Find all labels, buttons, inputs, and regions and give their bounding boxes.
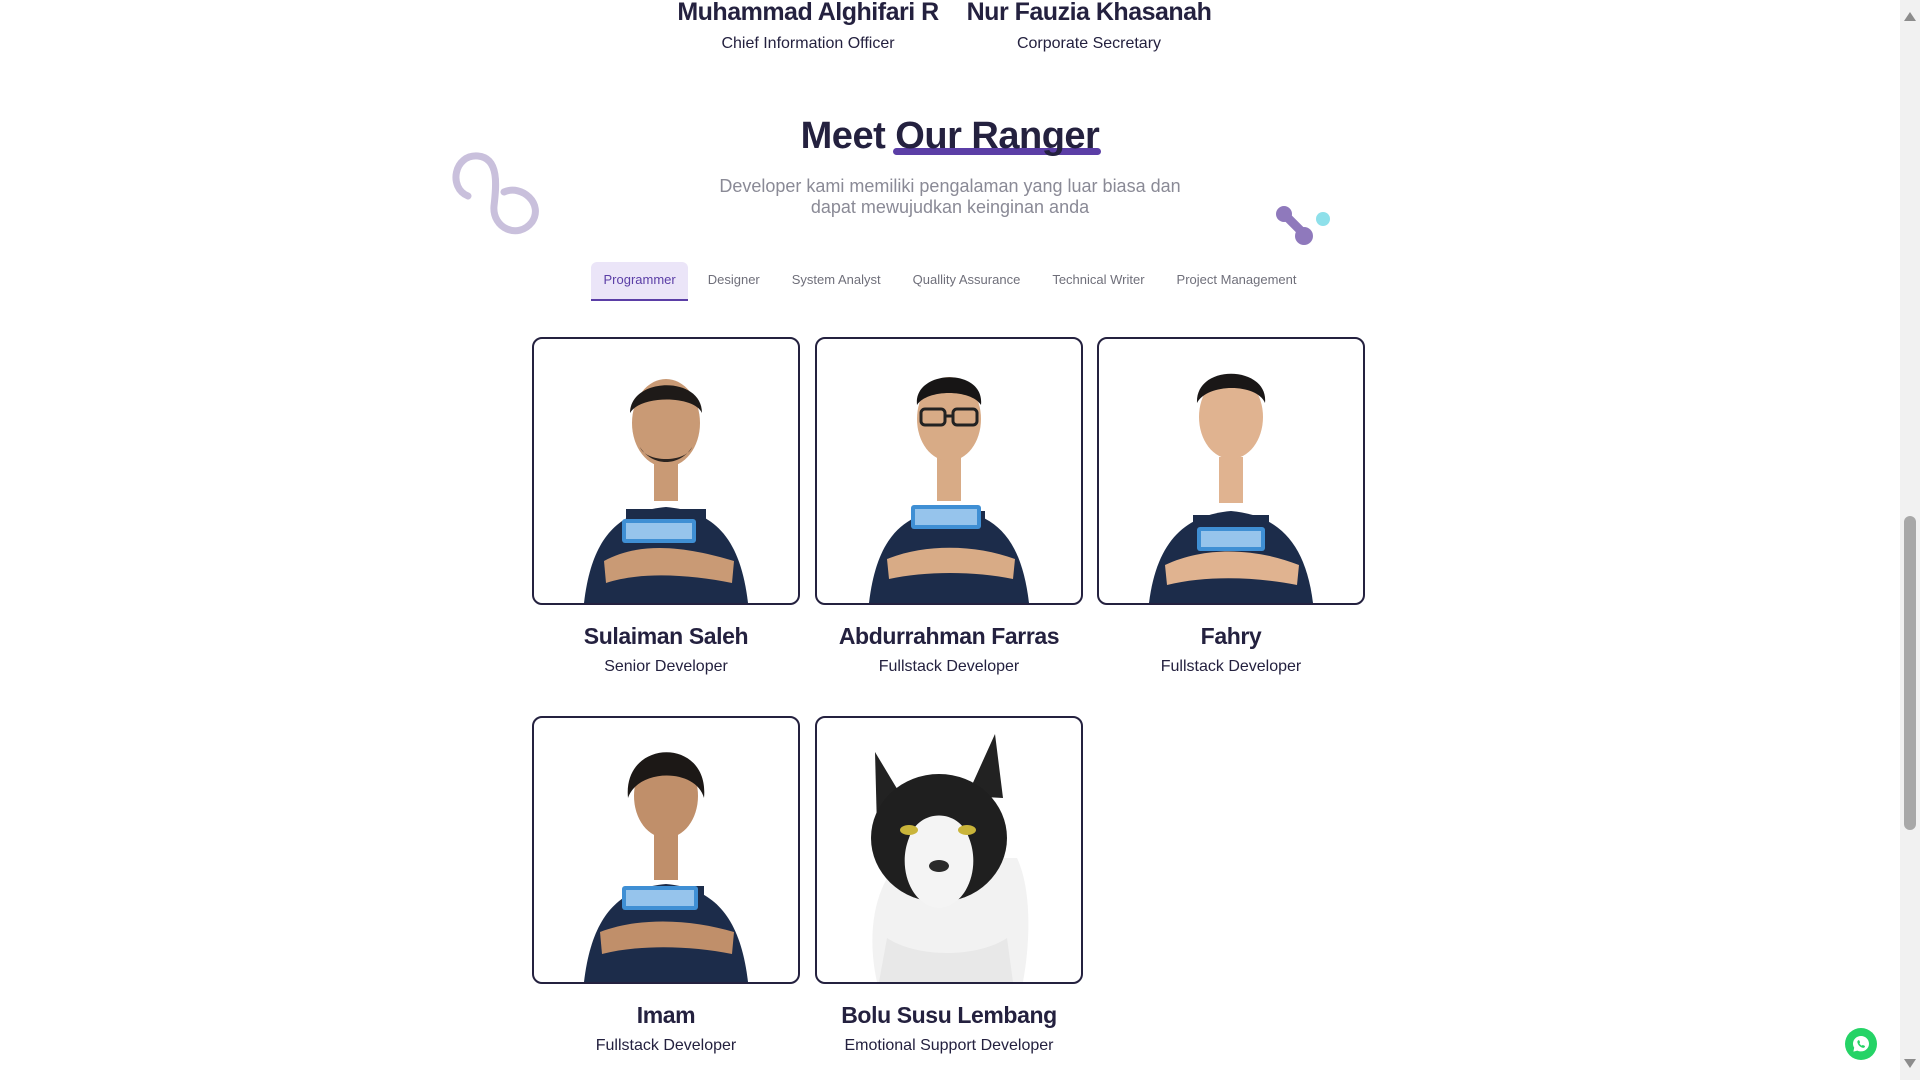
person-photo xyxy=(584,379,748,603)
team-member-name: Abdurrahman Farras xyxy=(838,623,1060,649)
tab-programmer[interactable]: Programmer xyxy=(591,262,688,301)
team-member-role: Emotional Support Developer xyxy=(844,1037,1054,1054)
leader-card-cio: Muhammad Alghifari R Chief Information O… xyxy=(658,0,958,53)
tab-system-analyst[interactable]: System Analyst xyxy=(780,262,893,301)
person-photo xyxy=(1149,373,1313,603)
team-member-photo xyxy=(815,337,1083,605)
leader-name: Nur Fauzia Khasanah xyxy=(966,0,1212,26)
team-card: Imam Fullstack Developer xyxy=(532,716,800,1055)
team-member-name: Imam xyxy=(636,1002,696,1028)
person-photo xyxy=(584,752,748,982)
scroll-down-arrow-icon[interactable] xyxy=(1904,1059,1916,1068)
decorative-loop-shape xyxy=(452,152,539,235)
role-tabs: Programmer Designer System Analyst Quall… xyxy=(0,262,1900,301)
tab-quality-assurance[interactable]: Quallity Assurance xyxy=(901,262,1033,301)
scrollbar-thumb[interactable] xyxy=(1904,516,1916,830)
team-member-photo xyxy=(815,716,1083,984)
team-member-photo xyxy=(532,337,800,605)
tab-project-management[interactable]: Project Management xyxy=(1165,262,1309,301)
team-card: Sulaiman Saleh Senior Developer xyxy=(532,337,800,676)
scroll-up-arrow-icon[interactable] xyxy=(1904,12,1916,21)
section-title: Meet Our Ranger xyxy=(0,115,1900,158)
person-photo xyxy=(869,377,1029,603)
leader-role: Corporate Secretary xyxy=(1016,35,1162,52)
whatsapp-button[interactable] xyxy=(1845,1028,1877,1060)
section-title-prefix: Meet xyxy=(800,115,886,157)
team-page: Muhammad Alghifari R Chief Information O… xyxy=(0,0,1920,1080)
team-member-name: Bolu Susu Lembang xyxy=(841,1002,1057,1028)
leader-name: Muhammad Alghifari R xyxy=(677,0,939,26)
team-card: Abdurrahman Farras Fullstack Developer xyxy=(815,337,1083,676)
team-member-photo xyxy=(532,716,800,984)
whatsapp-icon xyxy=(1853,1036,1869,1052)
team-member-name: Sulaiman Saleh xyxy=(583,623,749,649)
team-member-photo xyxy=(1097,337,1365,605)
team-card: Bolu Susu Lembang Emotional Support Deve… xyxy=(815,716,1083,1055)
team-member-role: Fullstack Developer xyxy=(1160,658,1302,675)
team-member-name: Fahry xyxy=(1200,623,1262,649)
cat-photo xyxy=(871,734,1029,982)
leader-role: Chief Information Officer xyxy=(721,35,895,52)
page-scrollbar[interactable] xyxy=(1900,0,1920,1080)
team-member-role: Fullstack Developer xyxy=(595,1037,737,1054)
section-title-highlight: Our Ranger xyxy=(893,115,1102,157)
team-member-role: Senior Developer xyxy=(604,658,728,675)
team-member-role: Fullstack Developer xyxy=(878,658,1020,675)
tab-technical-writer[interactable]: Technical Writer xyxy=(1040,262,1156,301)
decorative-molecule-shape xyxy=(1276,206,1330,245)
leader-card-secretary: Nur Fauzia Khasanah Corporate Secretary xyxy=(939,0,1239,53)
section-subtitle: Developer kami memiliki pengalaman yang … xyxy=(719,176,1181,217)
tab-designer[interactable]: Designer xyxy=(696,262,772,301)
team-card: Fahry Fullstack Developer xyxy=(1097,337,1365,676)
